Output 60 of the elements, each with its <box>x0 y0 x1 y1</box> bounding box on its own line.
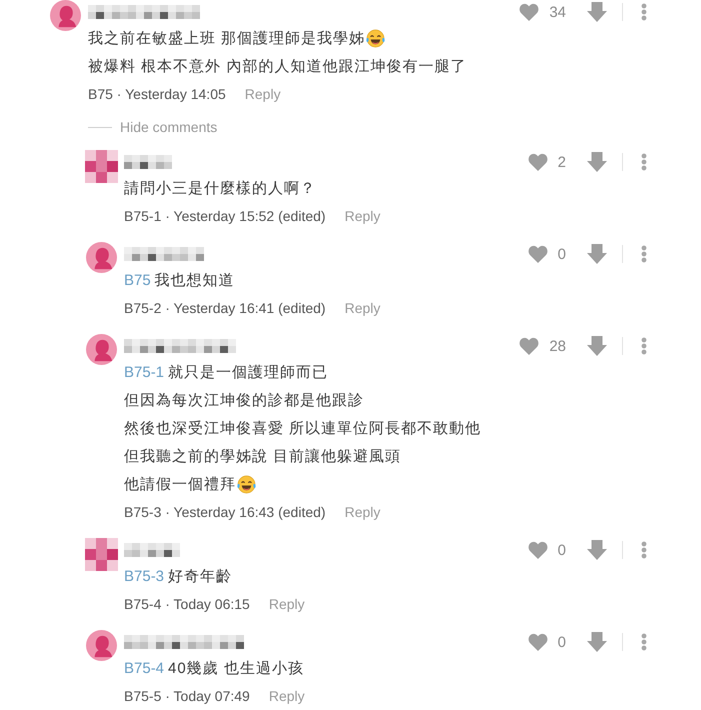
heart-icon[interactable] <box>528 245 548 263</box>
pixelated-avatar-icon <box>84 538 118 571</box>
mention-link[interactable]: B75-4 <box>124 660 164 676</box>
like-count: 28 <box>549 338 566 354</box>
heart-icon[interactable] <box>519 337 540 355</box>
avatar-icon <box>86 630 116 661</box>
comment-text: 他請假一個禮拜 <box>124 474 236 494</box>
blurred-username-drawing <box>124 543 180 557</box>
comment-text: 但因為每次江坤俊的診都是他跟診 <box>124 390 364 410</box>
more-icon[interactable] <box>641 541 647 559</box>
down-arrow-icon[interactable] <box>587 2 607 22</box>
avatar-icon <box>50 0 80 31</box>
comment-text: 被爆料 根本不意外 內部的人知道他跟江坤俊有一腿了 <box>88 56 466 76</box>
like-count: 2 <box>558 154 566 170</box>
comment-meta: B75 · Yesterday 14:05 <box>88 86 226 102</box>
heart-icon[interactable] <box>519 3 540 21</box>
down-arrow-icon[interactable] <box>587 540 607 560</box>
comment-text: 40幾歲 也生過小孩 <box>168 658 304 678</box>
hide-comments-button[interactable]: Hide comments <box>88 119 218 135</box>
mention-link[interactable]: B75-3 <box>124 568 164 584</box>
mention-link[interactable]: B75-1 <box>124 364 164 380</box>
comment-text: 我之前在敏盛上班 那個護理師是我學姊 <box>88 28 366 48</box>
more-icon[interactable] <box>641 337 647 355</box>
more-icon[interactable] <box>641 3 647 21</box>
down-arrow-icon[interactable] <box>587 152 607 172</box>
comment-text: 但我聽之前的學姊說 目前讓他躲避風頭 <box>124 446 402 466</box>
blurred-username-drawing <box>124 155 172 169</box>
like-count: 0 <box>558 246 566 262</box>
more-icon[interactable] <box>641 245 647 263</box>
like-count: 34 <box>549 4 566 20</box>
pixelated-avatar-icon <box>84 150 118 183</box>
reply-button[interactable]: Reply <box>268 688 305 704</box>
reply-button[interactable]: Reply <box>268 596 305 612</box>
heart-icon[interactable] <box>528 633 548 651</box>
avatar-icon <box>86 334 116 365</box>
comment-text: 就只是一個護理師而已 <box>168 362 328 382</box>
down-arrow-icon[interactable] <box>587 336 607 356</box>
heart-icon[interactable] <box>528 153 548 171</box>
down-arrow-icon[interactable] <box>587 244 607 264</box>
reply-button[interactable]: Reply <box>344 208 380 224</box>
comment-text: 好奇年齡 <box>168 566 232 586</box>
comment-meta: B75-2 · Yesterday 16:41 (edited) <box>124 300 326 316</box>
comment-text: 請問小三是什麼樣的人啊？ <box>124 178 316 198</box>
like-count: 0 <box>558 634 566 650</box>
reply-button[interactable]: Reply <box>244 86 281 102</box>
like-count: 0 <box>558 542 566 558</box>
comment-text: 然後也深受江坤俊喜愛 所以連單位阿長都不敢動他 <box>124 418 482 438</box>
avatar-icon <box>86 242 116 273</box>
comment-meta: B75-4 · Today 06:15 <box>124 596 250 612</box>
down-arrow-icon[interactable] <box>587 632 607 652</box>
comment-text: 我也想知道 <box>154 270 235 290</box>
reply-button[interactable]: Reply <box>344 300 380 316</box>
more-icon[interactable] <box>641 633 647 651</box>
mention-link[interactable]: B75 <box>124 272 151 288</box>
reply-button[interactable]: Reply <box>344 504 380 520</box>
heart-icon[interactable] <box>528 541 548 559</box>
comment-meta: B75-1 · Yesterday 15:52 (edited) <box>124 208 326 224</box>
comment-meta: B75-3 · Yesterday 16:43 (edited) <box>124 504 326 520</box>
more-icon[interactable] <box>641 153 647 171</box>
comment-meta: B75-5 · Today 07:49 <box>124 688 250 704</box>
